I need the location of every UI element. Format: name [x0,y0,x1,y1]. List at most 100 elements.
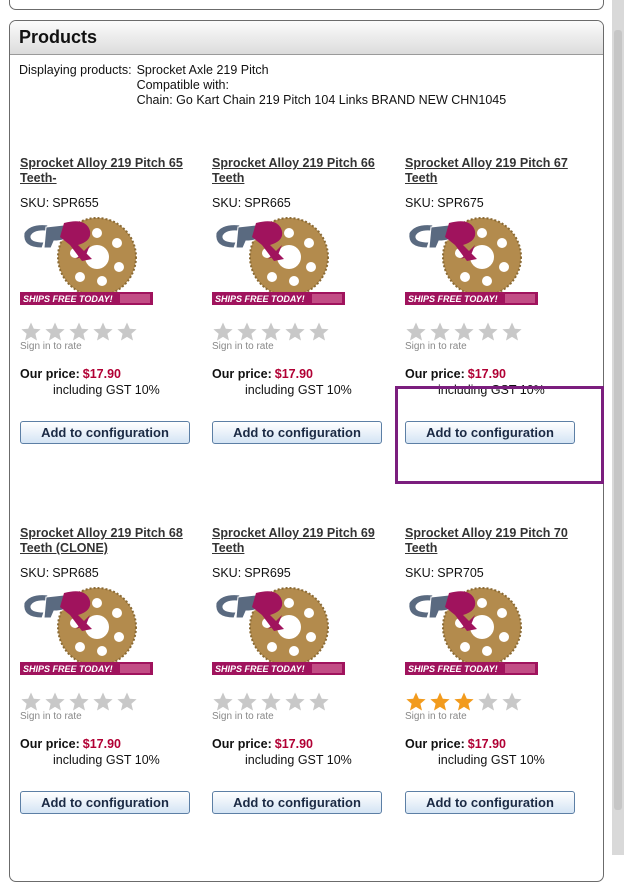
star-empty-icon[interactable] [92,321,114,343]
price-label: Our price: [405,737,465,751]
previous-panel-edge [9,0,604,10]
sign-in-to-rate-link[interactable]: Sign in to rate [405,711,585,727]
scrollbar-thumb[interactable] [614,30,622,810]
add-to-configuration-button[interactable]: Add to configuration [405,791,575,814]
product-image[interactable]: SHIPS FREE TODAY! [20,585,153,677]
star-empty-icon[interactable] [44,321,66,343]
star-empty-icon[interactable] [44,691,66,713]
star-empty-icon[interactable] [212,321,234,343]
star-empty-icon[interactable] [284,691,306,713]
product-card: Sprocket Alloy 219 Pitch 69 Teeth SKU: SP… [212,526,392,814]
star-empty-icon[interactable] [20,691,42,713]
star-empty-icon[interactable] [68,691,90,713]
tax-note: including GST 10% [438,383,545,397]
product-title-link[interactable]: Sprocket Alloy 219 Pitch 66 Teeth [212,156,392,187]
svg-text:SHIPS FREE TODAY!: SHIPS FREE TODAY! [408,664,498,674]
star-empty-icon[interactable] [92,691,114,713]
rating-stars[interactable] [20,321,200,343]
price-row: Our price: $17.90 [20,736,200,752]
product-card: Sprocket Alloy 219 Pitch 70 Teeth SKU: SP… [405,526,585,814]
star-empty-icon[interactable] [260,691,282,713]
tax-note: including GST 10% [438,753,545,767]
product-image[interactable]: SHIPS FREE TODAY! [405,215,538,307]
product-sku: SKU: SPR705 [405,565,585,581]
price-row: Our price: $17.90 [405,366,585,382]
product-sku: SKU: SPR655 [20,195,200,211]
sign-in-to-rate-link[interactable]: Sign in to rate [212,341,392,357]
tax-note: including GST 10% [245,753,352,767]
star-empty-icon[interactable] [68,321,90,343]
price-row: Our price: $17.90 [212,366,392,382]
rating-stars[interactable] [405,321,585,343]
sku-label: SKU: [405,566,435,580]
display-line-chain: Chain: Go Kart Chain 219 Pitch 104 Links… [136,93,507,107]
star-filled-icon[interactable] [453,691,475,713]
product-title-link[interactable]: Sprocket Alloy 219 Pitch 65 Teeth- [20,156,200,187]
sku-label: SKU: [405,196,435,210]
star-filled-icon[interactable] [429,691,451,713]
price-row: Our price: $17.90 [20,366,200,382]
sku-label: SKU: [20,566,50,580]
price-label: Our price: [405,367,465,381]
svg-text:SHIPS FREE TODAY!: SHIPS FREE TODAY! [408,294,498,304]
sku-value: SPR705 [437,566,484,580]
display-info: Displaying products: Sprocket Axle 219 P… [19,63,506,108]
star-filled-icon[interactable] [405,691,427,713]
price-row: Our price: $17.90 [212,736,392,752]
star-empty-icon[interactable] [405,321,427,343]
price-amount: $17.90 [274,737,313,751]
product-title-link[interactable]: Sprocket Alloy 219 Pitch 68 Teeth (CLONE… [20,526,200,557]
sku-value: SPR675 [437,196,484,210]
product-image[interactable]: SHIPS FREE TODAY! [212,215,345,307]
price-label: Our price: [212,737,272,751]
star-empty-icon[interactable] [236,691,258,713]
rating-stars[interactable] [212,691,392,713]
sku-label: SKU: [20,196,50,210]
tax-note: including GST 10% [53,383,160,397]
rating-stars[interactable] [20,691,200,713]
svg-text:SHIPS FREE TODAY!: SHIPS FREE TODAY! [23,664,113,674]
product-card: Sprocket Alloy 219 Pitch 68 Teeth (CLONE… [20,526,200,814]
star-empty-icon[interactable] [20,321,42,343]
star-empty-icon[interactable] [236,321,258,343]
add-to-configuration-button[interactable]: Add to configuration [20,791,190,814]
display-line-compat: Compatible with: [136,78,229,92]
sku-value: SPR665 [244,196,291,210]
sign-in-to-rate-link[interactable]: Sign in to rate [212,711,392,727]
star-empty-icon[interactable] [501,691,523,713]
sku-value: SPR655 [52,196,99,210]
star-empty-icon[interactable] [453,321,475,343]
sign-in-to-rate-link[interactable]: Sign in to rate [20,341,200,357]
product-image[interactable]: SHIPS FREE TODAY! [20,215,153,307]
product-sku: SKU: SPR675 [405,195,585,211]
add-to-configuration-button[interactable]: Add to configuration [405,421,575,444]
star-empty-icon[interactable] [308,691,330,713]
product-title-link[interactable]: Sprocket Alloy 219 Pitch 67 Teeth [405,156,585,187]
add-to-configuration-button[interactable]: Add to configuration [212,421,382,444]
star-empty-icon[interactable] [501,321,523,343]
product-title-link[interactable]: Sprocket Alloy 219 Pitch 70 Teeth [405,526,585,557]
star-empty-icon[interactable] [260,321,282,343]
product-image[interactable]: SHIPS FREE TODAY! [212,585,345,677]
star-empty-icon[interactable] [212,691,234,713]
add-to-configuration-button[interactable]: Add to configuration [20,421,190,444]
product-image[interactable]: SHIPS FREE TODAY! [405,585,538,677]
star-empty-icon[interactable] [477,321,499,343]
scrollbar[interactable] [612,0,624,855]
price-amount: $17.90 [467,367,506,381]
star-empty-icon[interactable] [429,321,451,343]
star-empty-icon[interactable] [308,321,330,343]
product-sku: SKU: SPR695 [212,565,392,581]
rating-stars[interactable] [212,321,392,343]
rating-stars[interactable] [405,691,585,713]
star-empty-icon[interactable] [116,691,138,713]
tax-note: including GST 10% [53,753,160,767]
sign-in-to-rate-link[interactable]: Sign in to rate [20,711,200,727]
sign-in-to-rate-link[interactable]: Sign in to rate [405,341,585,357]
star-empty-icon[interactable] [477,691,499,713]
star-empty-icon[interactable] [116,321,138,343]
sku-value: SPR685 [52,566,99,580]
star-empty-icon[interactable] [284,321,306,343]
add-to-configuration-button[interactable]: Add to configuration [212,791,382,814]
product-title-link[interactable]: Sprocket Alloy 219 Pitch 69 Teeth [212,526,392,557]
